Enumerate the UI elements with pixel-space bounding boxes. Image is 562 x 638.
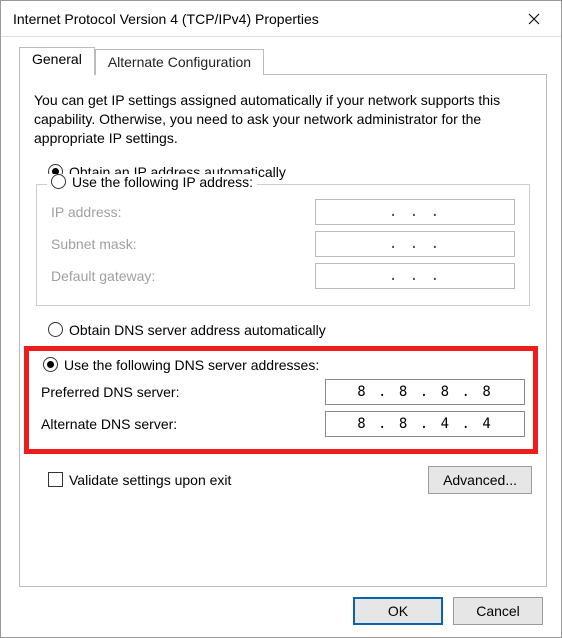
ip-address-row: IP address: . . . bbox=[51, 199, 515, 225]
alternate-dns-label: Alternate DNS server: bbox=[41, 416, 177, 432]
titlebar: Internet Protocol Version 4 (TCP/IPv4) P… bbox=[1, 1, 561, 37]
alternate-dns-input[interactable]: 8 . 8 . 4 . 4 bbox=[325, 411, 525, 437]
preferred-dns-row: Preferred DNS server: 8 . 8 . 8 . 8 bbox=[41, 379, 525, 405]
advanced-button[interactable]: Advanced... bbox=[428, 466, 532, 494]
alternate-dns-row: Alternate DNS server: 8 . 8 . 4 . 4 bbox=[41, 411, 525, 437]
dns-auto-radio[interactable] bbox=[48, 322, 63, 337]
dns-highlight: Use the following DNS server addresses: … bbox=[24, 346, 538, 454]
subnet-mask-input: . . . bbox=[315, 231, 515, 257]
default-gateway-label: Default gateway: bbox=[51, 268, 155, 284]
dns-manual-radio[interactable] bbox=[43, 357, 58, 372]
ip-manual-radio[interactable] bbox=[51, 174, 66, 189]
ip-manual-label: Use the following IP address: bbox=[72, 174, 253, 190]
ip-address-input: . . . bbox=[315, 199, 515, 225]
validate-checkbox-row[interactable]: Validate settings upon exit bbox=[48, 472, 231, 488]
ip-manual-legend[interactable]: Use the following IP address: bbox=[47, 174, 257, 190]
preferred-dns-input[interactable]: 8 . 8 . 8 . 8 bbox=[325, 379, 525, 405]
validate-advanced-row: Validate settings upon exit Advanced... bbox=[34, 466, 532, 494]
default-gateway-input: . . . bbox=[315, 263, 515, 289]
tab-strip: General Alternate Configuration bbox=[19, 47, 547, 75]
default-gateway-row: Default gateway: . . . bbox=[51, 263, 515, 289]
ip-address-label: IP address: bbox=[51, 204, 122, 220]
dns-auto-label: Obtain DNS server address automatically bbox=[69, 322, 326, 338]
dialog-footer: OK Cancel bbox=[19, 587, 547, 625]
dns-auto-radio-row[interactable]: Obtain DNS server address automatically bbox=[48, 322, 532, 338]
tab-general-label: General bbox=[32, 51, 82, 67]
tab-alternate-label: Alternate Configuration bbox=[108, 54, 251, 70]
tab-panel-general: You can get IP settings assigned automat… bbox=[19, 74, 547, 587]
dns-manual-label: Use the following DNS server addresses: bbox=[64, 357, 319, 373]
subnet-mask-row: Subnet mask: . . . bbox=[51, 231, 515, 257]
validate-checkbox[interactable] bbox=[48, 472, 63, 487]
properties-dialog: Internet Protocol Version 4 (TCP/IPv4) P… bbox=[0, 0, 562, 638]
close-icon bbox=[528, 13, 540, 25]
ip-manual-group: Use the following IP address: IP address… bbox=[36, 184, 530, 306]
subnet-mask-label: Subnet mask: bbox=[51, 236, 137, 252]
validate-label: Validate settings upon exit bbox=[69, 472, 231, 488]
tab-general[interactable]: General bbox=[19, 47, 95, 75]
client-area: General Alternate Configuration You can … bbox=[1, 37, 561, 637]
close-button[interactable] bbox=[511, 4, 557, 34]
preferred-dns-label: Preferred DNS server: bbox=[41, 384, 179, 400]
ok-button[interactable]: OK bbox=[353, 597, 443, 625]
cancel-button[interactable]: Cancel bbox=[453, 597, 543, 625]
dns-manual-radio-row[interactable]: Use the following DNS server addresses: bbox=[43, 357, 527, 373]
description-text: You can get IP settings assigned automat… bbox=[34, 91, 532, 148]
window-title: Internet Protocol Version 4 (TCP/IPv4) P… bbox=[13, 11, 511, 27]
tab-alternate[interactable]: Alternate Configuration bbox=[95, 49, 264, 75]
